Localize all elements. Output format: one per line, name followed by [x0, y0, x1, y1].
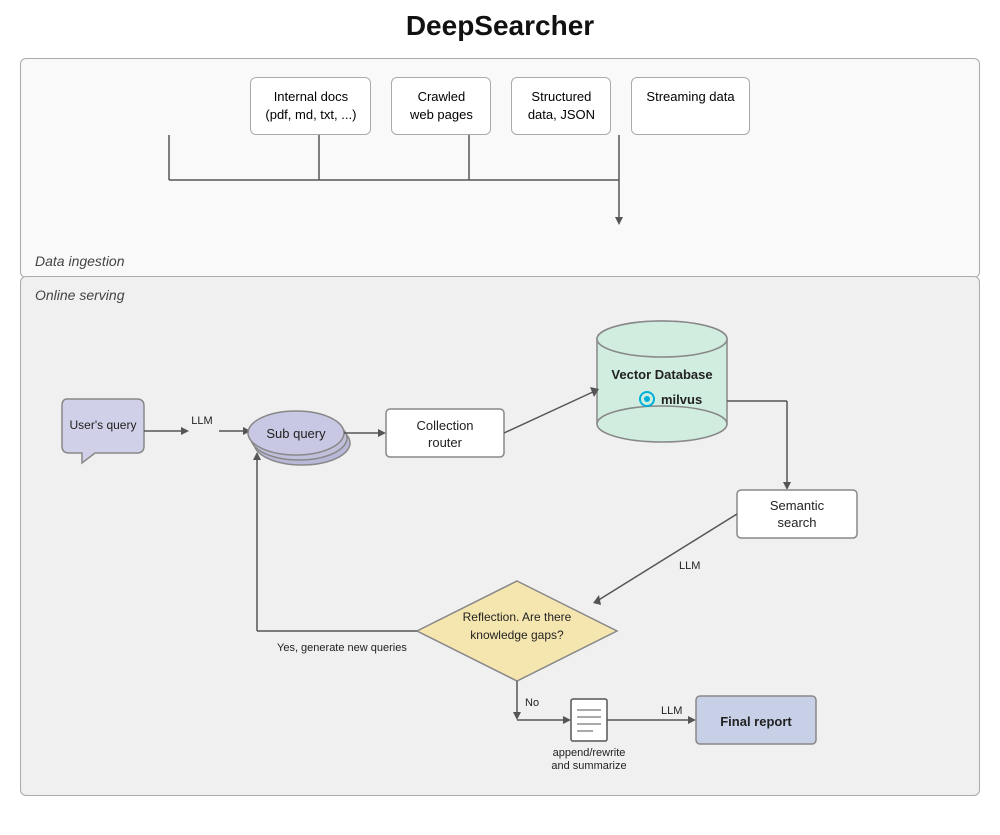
- source-streaming-data: Streaming data: [631, 77, 749, 135]
- data-ingestion-section: Internal docs(pdf, md, txt, ...) Crawled…: [20, 58, 980, 278]
- source-crawled-pages: Crawledweb pages: [391, 77, 491, 135]
- summarize-label-2: and summarize: [551, 760, 626, 772]
- source-structured-data: Structureddata, JSON: [511, 77, 611, 135]
- source-internal-docs: Internal docs(pdf, md, txt, ...): [250, 77, 371, 135]
- vector-db-label: Vector Database: [611, 367, 712, 382]
- final-report-text: Final report: [720, 714, 792, 729]
- semantic-search-text: Semantic: [770, 498, 825, 513]
- online-serving-section: Online serving Vector Database milvus Us…: [20, 276, 980, 796]
- collection-router-text2: router: [428, 435, 463, 450]
- page-title: DeepSearcher: [20, 10, 980, 42]
- llm-label-1: LLM: [191, 415, 212, 427]
- collection-router-text: Collection: [416, 418, 473, 433]
- llm-label-3: LLM: [661, 705, 682, 717]
- ingestion-sources: Internal docs(pdf, md, txt, ...) Crawled…: [39, 77, 961, 135]
- yes-label: Yes, generate new queries: [277, 642, 407, 654]
- sub-query-text: Sub query: [266, 426, 326, 441]
- no-label: No: [525, 697, 539, 709]
- users-query-text: User's query: [70, 418, 137, 432]
- document-icon: [571, 699, 607, 741]
- data-ingestion-label: Data ingestion: [35, 253, 125, 269]
- reflection-text2: knowledge gaps?: [470, 628, 564, 642]
- summarize-label-1: append/rewrite: [553, 747, 626, 759]
- milvus-label: milvus: [661, 392, 702, 407]
- online-serving-diagram: Vector Database milvus User's query LLM: [37, 311, 963, 801]
- semantic-search-text2: search: [777, 515, 816, 530]
- ingestion-connectors-svg: [39, 135, 961, 225]
- online-serving-label: Online serving: [35, 287, 125, 303]
- reflection-text1: Reflection. Are there: [463, 610, 572, 624]
- llm-label-2: LLM: [679, 560, 700, 572]
